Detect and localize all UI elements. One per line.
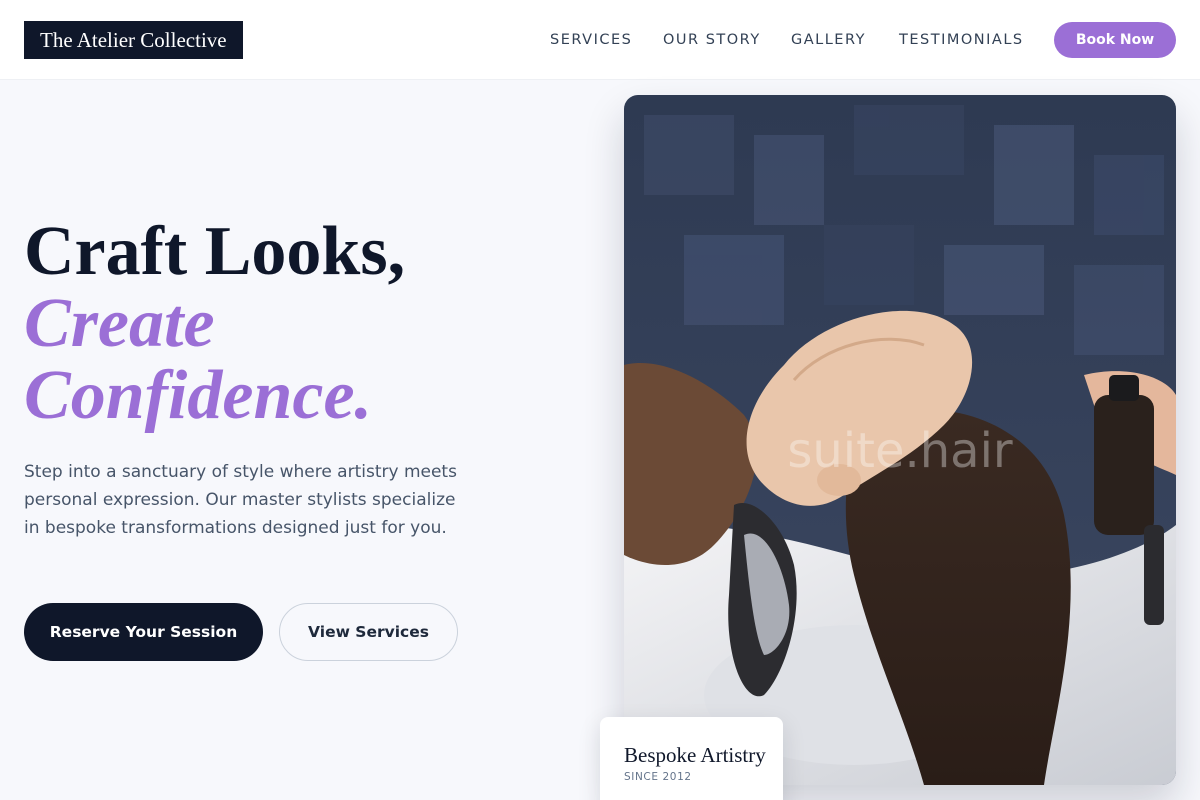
hero-title: Craft Looks, Create Confidence.: [24, 216, 405, 432]
hero-title-line: Craft Looks,: [24, 213, 406, 290]
top-navbar: The Atelier Collective SERVICES OUR STOR…: [0, 0, 1200, 80]
brand-logo[interactable]: The Atelier Collective: [24, 21, 243, 59]
bespoke-artistry-card: Bespoke Artistry SINCE 2012: [600, 717, 783, 800]
nav-link-services[interactable]: SERVICES: [550, 30, 632, 50]
book-now-button[interactable]: Book Now: [1054, 22, 1176, 58]
nav-link-gallery[interactable]: GALLERY: [791, 30, 866, 50]
badge-subtitle: SINCE 2012: [624, 771, 692, 783]
hero-title-accent: Confidence.: [24, 357, 373, 434]
view-services-button[interactable]: View Services: [279, 603, 458, 661]
badge-title: Bespoke Artistry: [624, 743, 766, 767]
salon-photo-illustration: suite.hair: [624, 95, 1176, 785]
nav-link-our-story[interactable]: OUR STORY: [663, 30, 761, 50]
hero-description: Step into a sanctuary of style where art…: [24, 462, 457, 538]
reserve-session-button[interactable]: Reserve Your Session: [24, 603, 263, 661]
hero-title-accent: Create: [24, 285, 215, 362]
nav-link-testimonials[interactable]: TESTIMONIALS: [899, 30, 1024, 50]
hero-salon-image: suite.hair: [624, 95, 1176, 785]
image-watermark: suite.hair: [787, 423, 1013, 479]
